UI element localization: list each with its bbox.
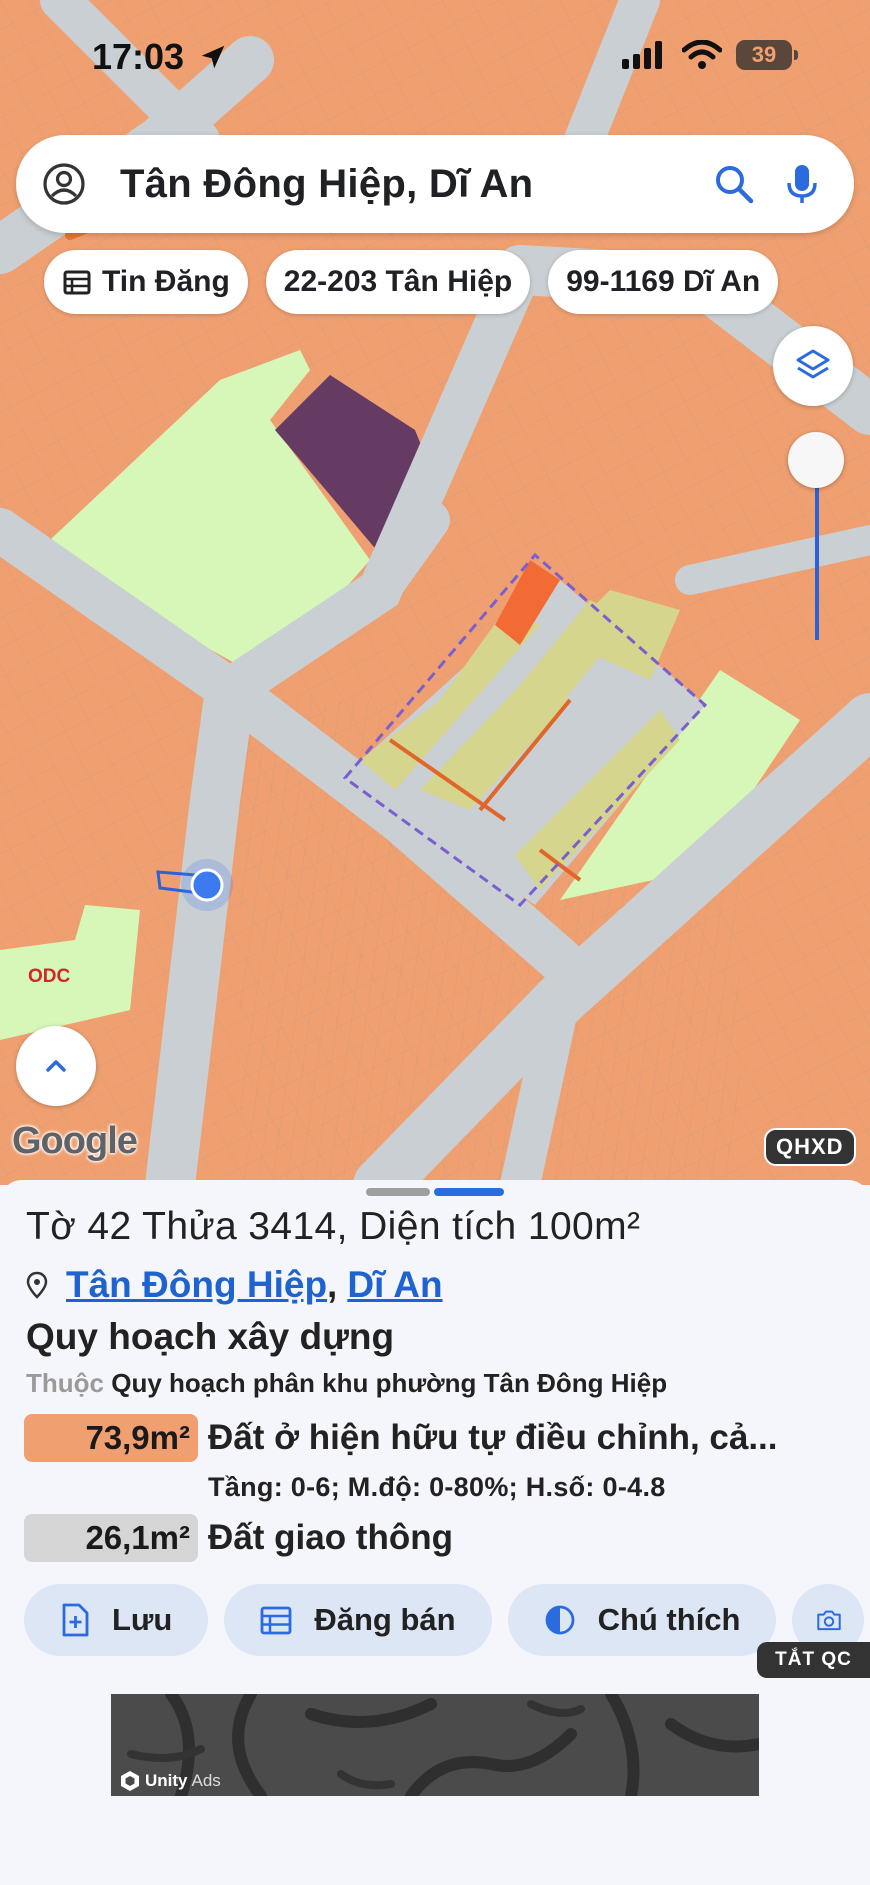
battery-level: 39 xyxy=(751,42,777,67)
zone-area: 73,9m² xyxy=(24,1414,198,1462)
parcel-location: Tân Đông Hiệp , Dĩ An xyxy=(26,1264,443,1306)
post-sale-label: Đăng bán xyxy=(314,1602,456,1637)
zone-detail: Tầng: 0-6; M.độ: 0-80%; H.số: 0-4.8 xyxy=(208,1472,666,1502)
layer-badge: QHXD xyxy=(764,1128,856,1166)
google-logo: Google xyxy=(12,1120,138,1162)
status-bar: 17:03 39 xyxy=(0,0,870,115)
plan-name[interactable]: Quy hoạch phân khu phường Tân Đông Hiệp xyxy=(111,1368,667,1398)
zone-name: Đất ở hiện hữu tự điều chỉnh, cả... xyxy=(208,1418,778,1457)
pin-icon xyxy=(26,1271,48,1299)
chip-tin-dang[interactable]: Tin Đăng xyxy=(44,250,248,314)
status-icons: 39 xyxy=(622,40,798,70)
camera-add-icon xyxy=(817,1610,842,1631)
chip-label: 99-1169 Dĩ An xyxy=(566,265,761,298)
ward-link[interactable]: Tân Đông Hiệp xyxy=(66,1264,327,1306)
action-bar: Lưu Đăng bán Chú thích xyxy=(24,1584,865,1656)
close-ad-button[interactable]: TẮT QC xyxy=(757,1642,870,1678)
search-bar[interactable]: Tân Đông Hiệp, Dĩ An xyxy=(16,135,854,233)
zone-row[interactable]: 73,9m² Đất ở hiện hữu tự điều chỉnh, cả.… xyxy=(24,1414,778,1462)
save-button[interactable]: Lưu xyxy=(24,1584,209,1656)
zone-row[interactable]: 26,1m² Đất giao thông xyxy=(24,1514,453,1562)
map-view[interactable]: 17:03 39 Tân Đông Hiệp, Dĩ An Tin Đăng 2… xyxy=(0,0,870,1185)
save-label: Lưu xyxy=(112,1602,173,1637)
chip-label: Tin Đăng xyxy=(102,265,230,298)
zone-label-odc: ODC xyxy=(28,966,71,987)
location-arrow-icon xyxy=(201,45,225,69)
zone-name: Đất giao thông xyxy=(208,1518,453,1557)
chip-tan-hiep[interactable]: 22-203 Tân Hiệp xyxy=(265,250,531,314)
sheet-handle-active[interactable] xyxy=(434,1188,504,1196)
unity-logo-icon xyxy=(121,1771,139,1791)
post-sale-button[interactable]: Đăng bán xyxy=(224,1584,492,1656)
calendar-icon xyxy=(260,1606,292,1635)
save-file-icon xyxy=(62,1603,89,1637)
microphone-icon[interactable] xyxy=(780,162,824,206)
opacity-slider-handle[interactable] xyxy=(788,432,844,488)
plan-heading: Quy hoạch xây dựng xyxy=(26,1316,395,1357)
cellular-signal-icon xyxy=(622,41,662,69)
contrast-icon xyxy=(545,1605,574,1635)
account-icon[interactable] xyxy=(42,162,86,206)
parcel-info-sheet: Tờ 42 Thửa 3414, Diện tích 100m² Tân Đôn… xyxy=(0,1180,870,1885)
search-query[interactable]: Tân Đông Hiệp, Dĩ An xyxy=(120,162,712,207)
ad-suffix: Ads xyxy=(191,1771,221,1790)
sheet-handle[interactable] xyxy=(366,1188,430,1196)
legend-label: Chú thích xyxy=(597,1602,741,1637)
city-link[interactable]: Dĩ An xyxy=(347,1264,442,1306)
expand-up-button[interactable] xyxy=(16,1026,96,1106)
calendar-icon xyxy=(63,270,91,295)
status-time: 17:03 xyxy=(92,36,228,78)
search-icon[interactable] xyxy=(712,162,756,206)
zone-area: 26,1m² xyxy=(24,1514,198,1562)
layers-icon xyxy=(796,349,830,379)
chip-label: 22-203 Tân Hiệp xyxy=(283,265,513,298)
ad-attribution: Unity Ads xyxy=(119,1770,221,1792)
parcel-title: Tờ 42 Thửa 3414, Diện tích 100m² xyxy=(26,1205,641,1248)
legend-button[interactable]: Chú thích xyxy=(507,1584,777,1656)
filter-chips: Tin Đăng 22-203 Tân Hiệp 99-1169 Dĩ An xyxy=(44,250,779,314)
ad-brand: Unity xyxy=(145,1771,188,1790)
wifi-icon xyxy=(682,40,722,69)
chip-di-an[interactable]: 99-1169 Dĩ An xyxy=(548,250,779,314)
plan-prefix: Thuộc xyxy=(26,1368,104,1398)
location-separator: , xyxy=(327,1264,338,1305)
battery-icon: 39 xyxy=(736,40,798,70)
chevron-up-icon xyxy=(46,1060,66,1072)
plan-subtitle: Thuộc Quy hoạch phân khu phường Tân Đông… xyxy=(26,1368,667,1399)
layers-button[interactable] xyxy=(773,326,853,406)
ad-banner[interactable]: Unity Ads xyxy=(111,1694,759,1796)
